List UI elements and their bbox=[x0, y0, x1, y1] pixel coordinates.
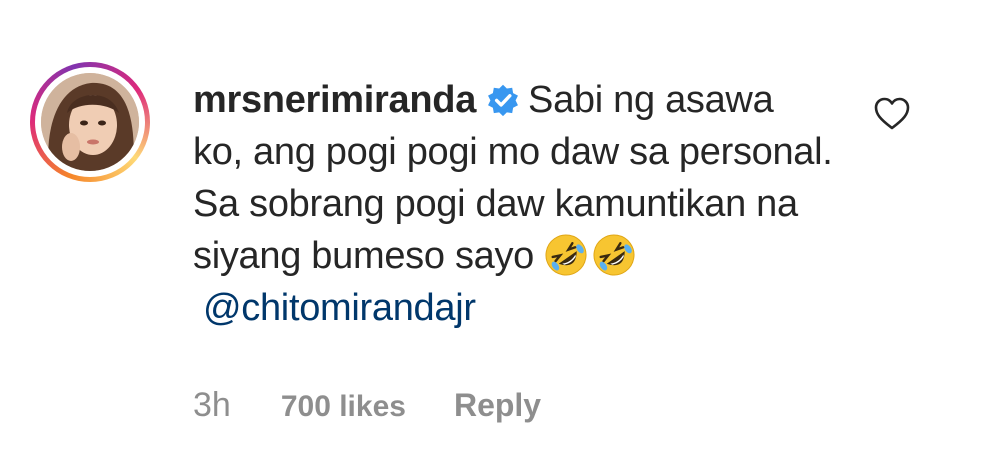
rolling-on-floor-laughing-emoji bbox=[593, 234, 635, 276]
heart-outline-icon[interactable] bbox=[872, 94, 912, 134]
timestamp[interactable]: 3h bbox=[193, 386, 231, 425]
comment-body: mrsnerimiranda Sabi ng asawa ko, ang pog… bbox=[193, 74, 833, 334]
mention-link[interactable]: @chitomirandajr bbox=[203, 287, 476, 329]
reply-button[interactable]: Reply bbox=[454, 387, 541, 424]
username-link[interactable]: mrsnerimiranda bbox=[193, 79, 476, 121]
verified-badge-icon bbox=[488, 84, 518, 117]
comment: mrsnerimiranda Sabi ng asawa ko, ang pog… bbox=[0, 0, 981, 456]
comment-meta: 3h 700 likes Reply bbox=[193, 386, 541, 425]
avatar-photo bbox=[41, 73, 139, 171]
likes-count[interactable]: 700 likes bbox=[281, 390, 406, 424]
rolling-on-floor-laughing-emoji bbox=[545, 234, 587, 276]
avatar[interactable] bbox=[30, 62, 150, 182]
avatar-ring-gap bbox=[35, 67, 145, 177]
